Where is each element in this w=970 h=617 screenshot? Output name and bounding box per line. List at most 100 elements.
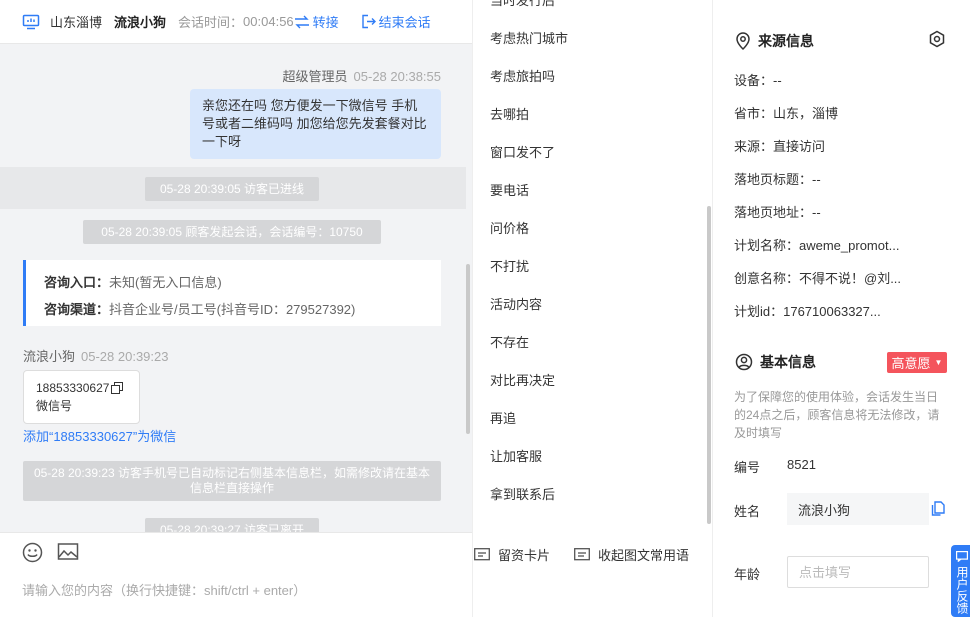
phrase-item[interactable]: 对比再决定 <box>490 370 555 389</box>
id-value: 8521 <box>787 457 816 472</box>
monitor-icon <box>22 13 40 31</box>
lead-card-button[interactable]: 留资卡片 <box>474 545 550 564</box>
system-message-entered: 05-28 20:39:05 访客已进线 <box>145 177 319 201</box>
age-input[interactable] <box>787 556 929 588</box>
visitor-name: 流浪小狗 <box>114 15 167 30</box>
phrase-list[interactable]: 当时发行后 考虑热门城市 考虑旅拍吗 去哪拍 窗口发不了 要电话 问价格 不打扰… <box>473 0 705 532</box>
exit-icon <box>361 14 376 29</box>
visitor-contact-message: 18853330627 微信号 <box>23 370 140 424</box>
copy-icon[interactable] <box>931 501 945 519</box>
phrase-item[interactable]: 再追 <box>490 408 516 427</box>
emoji-button[interactable] <box>22 542 43 563</box>
province-city-field: 省市：山东，淄博 <box>734 106 839 121</box>
plan-id-field: 计划id：176710063327... <box>734 304 881 319</box>
landing-url-field: 落地页地址：-- <box>734 205 821 220</box>
visitor-message-meta: 流浪小狗 05-28 20:39:23 <box>23 346 168 365</box>
phrase-item[interactable]: 要电话 <box>490 180 529 199</box>
image-icon <box>57 543 79 560</box>
end-session-button[interactable]: 结束会话 <box>361 12 431 31</box>
chat-header: 山东淄博 流浪小狗 会话时间： 00:04:56 转接 结束会话 <box>0 0 472 44</box>
chat-panel: 山东淄博 流浪小狗 会话时间： 00:04:56 转接 结束会话 超级管理员 05… <box>0 0 472 617</box>
message-icon <box>574 547 590 560</box>
age-label: 年龄 <box>734 567 761 582</box>
message-input[interactable] <box>22 578 462 602</box>
plan-name-field: 计划名称：aweme_promot... <box>734 238 900 253</box>
feedback-float-button[interactable]: 用户反馈 <box>951 545 970 617</box>
card-icon <box>474 547 490 560</box>
phrase-item[interactable]: 不存在 <box>490 332 529 351</box>
feedback-label: 用户反馈 <box>955 566 969 614</box>
phrase-item[interactable]: 活动内容 <box>490 294 542 313</box>
agent-message-meta: 超级管理员 05-28 20:38:55 <box>283 66 441 85</box>
user-icon <box>735 353 753 371</box>
id-label: 编号 <box>734 460 761 475</box>
phrase-item[interactable]: 不打扰 <box>490 256 529 275</box>
phrase-item[interactable]: 窗口发不了 <box>490 142 555 161</box>
message-list[interactable]: 超级管理员 05-28 20:38:55 亲您还在吗 您方便发一下微信号 手机号或… <box>0 44 472 532</box>
entry-label: 咨询入口： <box>44 275 110 290</box>
location-pin-icon <box>736 32 750 50</box>
device-field: 设备：-- <box>734 73 782 88</box>
collapse-phrases-button[interactable]: 收起图文常用语 <box>574 545 689 564</box>
basic-info-title: 基本信息 <box>735 352 816 372</box>
transfer-icon <box>294 15 309 28</box>
name-field[interactable]: 流浪小狗 <box>787 493 929 525</box>
source-field: 来源：直接访问 <box>734 139 826 154</box>
agent-message-bubble: 亲您还在吗 您方便发一下微信号 手机号或者二维码吗 加您给您先发套餐对比一下呀 <box>190 89 441 159</box>
channel-value: 抖音企业号/员工号(抖音号ID：279527392) <box>109 302 356 317</box>
landing-title-field: 落地页标题：-- <box>734 172 821 187</box>
source-info-title: 来源信息 <box>735 31 814 51</box>
phrase-toolbar: 留资卡片 收起图文常用语 <box>473 532 712 617</box>
composer <box>0 532 472 617</box>
session-time: 00:04:56 <box>243 14 294 29</box>
system-message-left: 05-28 20:39:27 访客已离开 <box>145 518 319 532</box>
creative-name-field: 创意名称：不得不说！@刘... <box>734 271 902 286</box>
phrase-item[interactable]: 去哪拍 <box>490 104 529 123</box>
feedback-icon <box>956 551 968 562</box>
transfer-button[interactable]: 转接 <box>294 12 339 31</box>
image-button[interactable] <box>57 542 79 562</box>
entry-value: 未知(暂无入口信息) <box>109 275 222 290</box>
name-value: 流浪小狗 <box>798 502 851 518</box>
add-wechat-link[interactable]: 添加“18853330627”为微信 <box>23 426 176 445</box>
visitor-message-time: 05-28 20:39:23 <box>81 349 169 364</box>
source-info-title-text: 来源信息 <box>758 33 814 49</box>
system-message-session-started: 05-28 20:39:05 顾客发起会话，会话编号：10750 <box>83 220 381 244</box>
visitor-message-name: 流浪小狗 <box>23 349 76 364</box>
phrase-item[interactable]: 当时发行后 <box>490 0 555 9</box>
chat-scrollbar[interactable] <box>466 264 470 434</box>
name-label: 姓名 <box>734 504 761 519</box>
session-time-label: 会话时间： <box>178 15 244 30</box>
phrase-scrollbar[interactable] <box>707 206 711 524</box>
contact-number: 18853330627 <box>36 381 110 395</box>
common-phrases-panel: 当时发行后 考虑热门城市 考虑旅拍吗 去哪拍 窗口发不了 要电话 问价格 不打扰… <box>472 0 712 617</box>
system-message-auto-mark: 05-28 20:39:23 访客手机号已自动标记右侧基本信息栏，如需修改请在基… <box>23 461 441 501</box>
phrase-item[interactable]: 问价格 <box>490 218 529 237</box>
settings-icon[interactable] <box>928 30 946 51</box>
lead-card-label: 留资卡片 <box>498 548 551 563</box>
caret-down-icon: ▼ <box>934 358 943 367</box>
phrase-item[interactable]: 让加客服 <box>490 446 542 465</box>
edit-hint: 为了保障您的使用体验，会话发生当日的24点之后，顾客信息将无法修改，请及时填写 <box>734 390 940 440</box>
transfer-label: 转接 <box>312 15 339 30</box>
contact-number-row: 18853330627 <box>36 379 127 397</box>
phrase-item[interactable]: 考虑热门城市 <box>490 28 568 47</box>
intent-badge-label: 高意愿 <box>891 356 931 371</box>
channel-label: 咨询渠道： <box>44 302 110 317</box>
emoji-icon <box>22 542 43 563</box>
consult-info-card: 咨询入口：未知(暂无入口信息) 咨询渠道：抖音企业号/员工号(抖音号ID：279… <box>23 260 441 326</box>
collapse-phrases-label: 收起图文常用语 <box>598 548 690 563</box>
visitor-info-panel: 来源信息 设备：-- 省市：山东，淄博 来源：直接访问 落地页标题：-- 落地页… <box>712 0 970 617</box>
agent-message-time: 05-28 20:38:55 <box>353 69 441 84</box>
basic-info-title-text: 基本信息 <box>760 354 816 370</box>
intent-badge[interactable]: 高意愿 ▼ <box>887 352 947 373</box>
agent-name: 超级管理员 <box>282 69 348 84</box>
end-session-label: 结束会话 <box>378 15 431 30</box>
phrase-item[interactable]: 考虑旅拍吗 <box>490 66 555 85</box>
entry-row: 咨询入口：未知(暂无入口信息) <box>44 269 423 296</box>
visitor-location: 山东淄博 <box>50 15 103 30</box>
channel-row: 咨询渠道：抖音企业号/员工号(抖音号ID：279527392) <box>44 296 423 323</box>
contact-type: 微信号 <box>36 399 73 413</box>
phrase-item[interactable]: 拿到联系后 <box>490 484 555 503</box>
copy-icon[interactable] <box>111 382 124 394</box>
